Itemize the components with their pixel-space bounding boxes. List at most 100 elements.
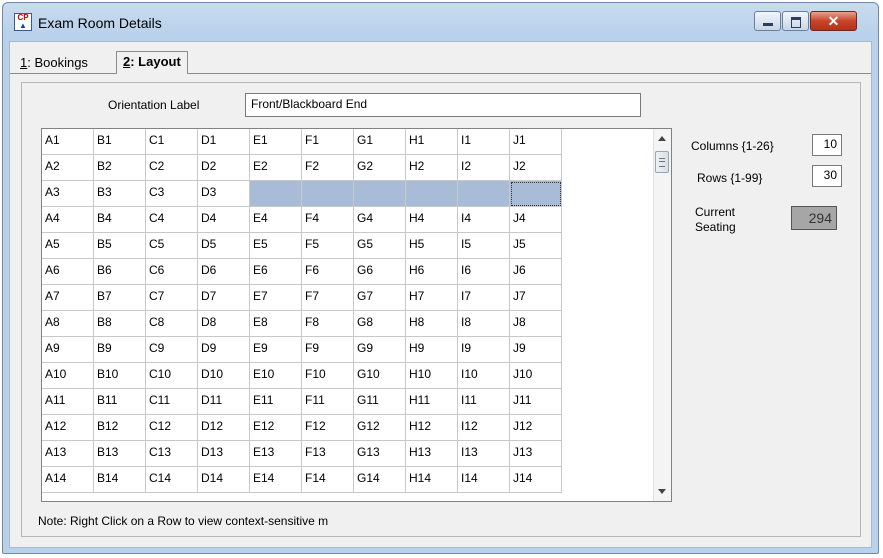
grid-row[interactable]: A12 B12 C12 D12 E12 F12 G12 H12 I12 J12 xyxy=(42,415,562,441)
grid-cell[interactable]: G14 xyxy=(354,467,406,493)
grid-cell[interactable]: C4 xyxy=(146,207,198,233)
grid-cell[interactable]: J11 xyxy=(510,389,562,415)
columns-input[interactable]: 10 xyxy=(812,134,842,156)
grid-row[interactable]: A9 B9 C9 D9 E9 F9 G9 H9 I9 J9 xyxy=(42,337,562,363)
grid-row[interactable]: A13 B13 C13 D13 E13 F13 G13 H13 I13 J13 xyxy=(42,441,562,467)
grid-cell[interactable] xyxy=(406,181,458,207)
grid-cell[interactable]: H8 xyxy=(406,311,458,337)
grid-cell[interactable]: B2 xyxy=(94,155,146,181)
grid-cell[interactable]: G1 xyxy=(354,129,406,155)
grid-cell[interactable]: F12 xyxy=(302,415,354,441)
grid-cell[interactable]: F5 xyxy=(302,233,354,259)
grid-cell[interactable]: D7 xyxy=(198,285,250,311)
grid-cell[interactable]: A14 xyxy=(42,467,94,493)
grid-cell[interactable]: D9 xyxy=(198,337,250,363)
grid-cell[interactable]: G8 xyxy=(354,311,406,337)
grid-cell[interactable]: I11 xyxy=(458,389,510,415)
grid-cell[interactable]: H5 xyxy=(406,233,458,259)
grid-cell[interactable]: E7 xyxy=(250,285,302,311)
grid-cell[interactable]: J10 xyxy=(510,363,562,389)
grid-cell[interactable]: D2 xyxy=(198,155,250,181)
grid-row[interactable]: A5 B5 C5 D5 E5 F5 G5 H5 I5 J5 xyxy=(42,233,562,259)
scroll-down-icon[interactable] xyxy=(658,489,666,494)
grid-cell[interactable] xyxy=(302,181,354,207)
grid-cell[interactable]: C13 xyxy=(146,441,198,467)
grid-cell[interactable]: I14 xyxy=(458,467,510,493)
grid-cell[interactable]: D10 xyxy=(198,363,250,389)
grid-cell[interactable]: D6 xyxy=(198,259,250,285)
grid-cell[interactable]: A10 xyxy=(42,363,94,389)
grid-cell[interactable]: C14 xyxy=(146,467,198,493)
grid-cell[interactable]: A13 xyxy=(42,441,94,467)
grid-cell[interactable]: J12 xyxy=(510,415,562,441)
grid-cell[interactable]: B10 xyxy=(94,363,146,389)
grid-cell[interactable]: F6 xyxy=(302,259,354,285)
grid-cell[interactable]: A11 xyxy=(42,389,94,415)
grid-cell[interactable]: B8 xyxy=(94,311,146,337)
grid-cell[interactable] xyxy=(510,181,562,207)
grid-cell[interactable]: I7 xyxy=(458,285,510,311)
grid-cell[interactable]: C5 xyxy=(146,233,198,259)
grid-cell[interactable]: D11 xyxy=(198,389,250,415)
grid-row[interactable]: A11 B11 C11 D11 E11 F11 G11 H11 I11 J11 xyxy=(42,389,562,415)
grid-cell[interactable]: C10 xyxy=(146,363,198,389)
grid-cell[interactable]: G12 xyxy=(354,415,406,441)
grid-cell[interactable]: J4 xyxy=(510,207,562,233)
minimize-button[interactable] xyxy=(754,11,781,31)
grid-cell[interactable]: H7 xyxy=(406,285,458,311)
grid-cell[interactable]: C7 xyxy=(146,285,198,311)
grid-cell[interactable]: H9 xyxy=(406,337,458,363)
grid-cell[interactable]: I12 xyxy=(458,415,510,441)
grid-cell[interactable]: H14 xyxy=(406,467,458,493)
grid-cell[interactable]: I8 xyxy=(458,311,510,337)
grid-cell[interactable]: E13 xyxy=(250,441,302,467)
grid-cell[interactable]: C3 xyxy=(146,181,198,207)
grid-cell[interactable]: H13 xyxy=(406,441,458,467)
grid-row[interactable]: A1 B1 C1 D1 E1 F1 G1 H1 I1 J1 xyxy=(42,129,562,155)
grid-cell[interactable]: C1 xyxy=(146,129,198,155)
grid-row[interactable]: A2 B2 C2 D2 E2 F2 G2 H2 I2 J2 xyxy=(42,155,562,181)
grid-cell[interactable] xyxy=(458,181,510,207)
grid-cell[interactable]: E2 xyxy=(250,155,302,181)
grid-cell[interactable]: G11 xyxy=(354,389,406,415)
grid-cell[interactable]: B11 xyxy=(94,389,146,415)
seating-grid[interactable]: A1 B1 C1 D1 E1 F1 G1 H1 I1 J1 A2 B2 C2 D2 E2 F2 G2 H2 I2 J2… xyxy=(41,128,672,502)
grid-cell[interactable]: A7 xyxy=(42,285,94,311)
grid-cell[interactable]: J7 xyxy=(510,285,562,311)
grid-cell[interactable]: J6 xyxy=(510,259,562,285)
grid-cell[interactable]: A2 xyxy=(42,155,94,181)
grid-cell[interactable]: H1 xyxy=(406,129,458,155)
grid-row[interactable]: A4 B4 C4 D4 E4 F4 G4 H4 I4 J4 xyxy=(42,207,562,233)
grid-cell[interactable]: A6 xyxy=(42,259,94,285)
scroll-thumb[interactable] xyxy=(655,151,669,173)
grid-cell[interactable]: C2 xyxy=(146,155,198,181)
grid-cell[interactable]: F1 xyxy=(302,129,354,155)
grid-cell[interactable]: C9 xyxy=(146,337,198,363)
tab-layout[interactable]: 2: Layout xyxy=(116,51,188,74)
grid-cell[interactable]: B5 xyxy=(94,233,146,259)
grid-cell[interactable]: A8 xyxy=(42,311,94,337)
grid-cell[interactable]: H6 xyxy=(406,259,458,285)
grid-cell[interactable]: C6 xyxy=(146,259,198,285)
grid-cell[interactable]: D14 xyxy=(198,467,250,493)
grid-cell[interactable]: F8 xyxy=(302,311,354,337)
grid-row[interactable]: A6 B6 C6 D6 E6 F6 G6 H6 I6 J6 xyxy=(42,259,562,285)
grid-cell[interactable]: I13 xyxy=(458,441,510,467)
grid-cell[interactable]: F4 xyxy=(302,207,354,233)
grid-cell[interactable]: G13 xyxy=(354,441,406,467)
grid-cell[interactable]: E14 xyxy=(250,467,302,493)
grid-cell[interactable]: C12 xyxy=(146,415,198,441)
grid-cell[interactable]: J1 xyxy=(510,129,562,155)
grid-cell[interactable]: A4 xyxy=(42,207,94,233)
grid-cell[interactable]: A3 xyxy=(42,181,94,207)
grid-cell[interactable]: H10 xyxy=(406,363,458,389)
grid-cell[interactable]: B1 xyxy=(94,129,146,155)
grid-row[interactable]: A7 B7 C7 D7 E7 F7 G7 H7 I7 J7 xyxy=(42,285,562,311)
grid-cell[interactable]: D4 xyxy=(198,207,250,233)
grid-cell[interactable]: E9 xyxy=(250,337,302,363)
grid-cell[interactable]: H11 xyxy=(406,389,458,415)
grid-cell[interactable]: E1 xyxy=(250,129,302,155)
grid-cell[interactable]: F13 xyxy=(302,441,354,467)
grid-cell[interactable]: F7 xyxy=(302,285,354,311)
maximize-button[interactable] xyxy=(782,11,809,31)
